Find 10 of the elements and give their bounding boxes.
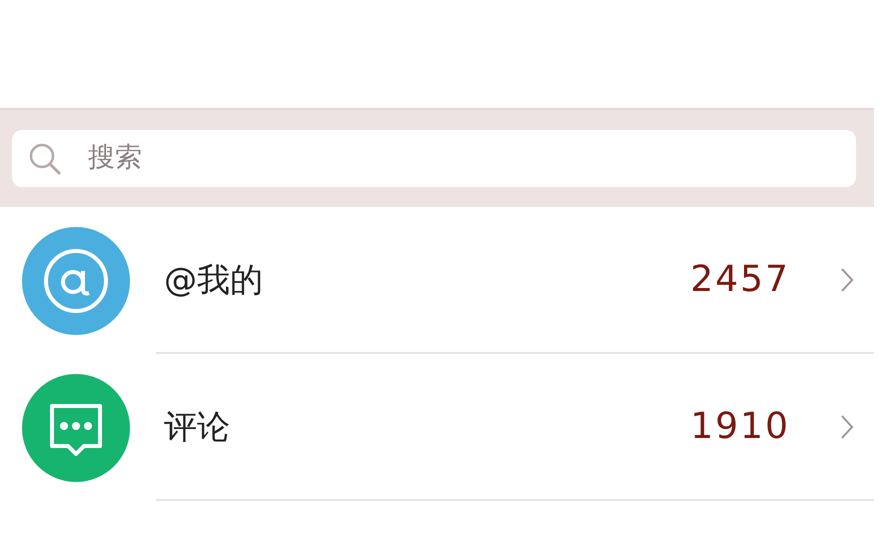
chat-bubble-icon bbox=[22, 374, 130, 482]
count: 2457 bbox=[690, 258, 790, 302]
count: 1910 bbox=[690, 404, 790, 448]
item-label[interactable]: @我的 bbox=[164, 254, 690, 304]
item-label[interactable]: 评论 bbox=[164, 402, 690, 452]
search-icon bbox=[28, 142, 62, 176]
chevron-icon[interactable] bbox=[840, 414, 854, 440]
chevron-icon[interactable] bbox=[840, 266, 854, 292]
search-field[interactable]: 搜索 bbox=[12, 130, 856, 187]
at-sign-icon bbox=[22, 226, 130, 334]
